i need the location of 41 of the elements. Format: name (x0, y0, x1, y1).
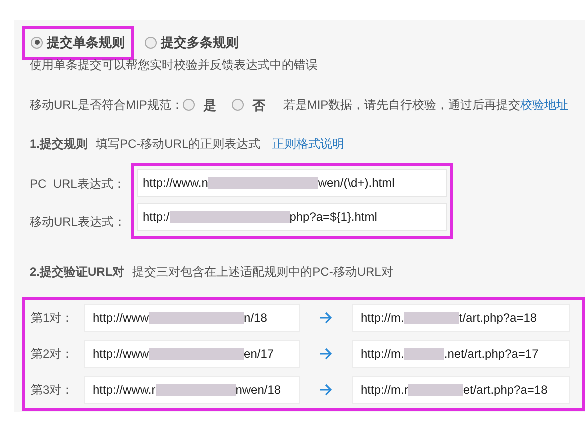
input-field[interactable]: http://www en/17 (84, 340, 300, 368)
option-label: 否 (252, 96, 266, 114)
field-value: http://www.r nwen/18 (93, 382, 282, 399)
option-label: 是 (203, 96, 216, 114)
input-field[interactable]: http://www n/18 (84, 304, 300, 332)
mode-option[interactable]: 提交单条规则 (22, 26, 134, 60)
radio-button[interactable] (232, 99, 244, 112)
field-value: http://m.r et/art.php?a=18 (361, 382, 548, 399)
field-value: http://www en/17 (93, 346, 274, 363)
field-value: http://www.n wen/(\d+).html (143, 175, 395, 192)
radio-button[interactable] (183, 99, 196, 112)
input-field[interactable]: http://m. t/art.php?a=18 (352, 304, 570, 332)
arrow-icon (319, 348, 333, 360)
field-value: http://m. .net/art.php?a=17 (361, 346, 539, 363)
pair-label: 第1对： (31, 310, 75, 327)
mip-label: 移动URL是否符合MIP规范： (30, 97, 184, 114)
input-field[interactable]: http://m.r et/art.php?a=18 (352, 376, 570, 404)
radio-button[interactable] (145, 36, 157, 49)
mode-option[interactable]: 提交多条规则 (136, 26, 248, 60)
field-value: http://www n/18 (93, 310, 268, 327)
field-value: http://m. t/art.php?a=18 (361, 310, 538, 327)
input-field[interactable]: http://m. .net/art.php?a=17 (352, 340, 570, 368)
section-hint: 填写PC-移动URL的正则表达式 (96, 136, 261, 153)
input-field[interactable]: http://www.r nwen/18 (84, 376, 300, 404)
mode-hint: 使用单条提交可以帮您实时校验并反馈表达式中的错误 (30, 56, 319, 74)
help-link[interactable]: 正则格式说明 (272, 135, 345, 153)
arrow-icon (319, 312, 333, 324)
arrow-icon (319, 384, 333, 396)
field-value: http:/ php?a=${1}.html (143, 209, 378, 226)
section-hint: 提交三对包含在上述适配规则中的PC-移动URL对 (132, 264, 394, 281)
field-label: 移动URL表达式： (30, 214, 128, 230)
pair-label: 第2对： (31, 346, 75, 363)
verify-link[interactable]: 校验地址 (520, 96, 569, 114)
radio-button[interactable] (31, 36, 43, 49)
mip-note: 若是MIP数据，请先自行校验，通过后再提交 (283, 97, 521, 114)
section-heading: 2.提交验证URL对 (30, 264, 125, 281)
section-heading: 1.提交规则 (30, 136, 88, 153)
input-field[interactable]: http://www.n wen/(\d+).html (137, 169, 447, 197)
field-label: PC URL表达式： (30, 176, 126, 192)
pair-label: 第3对： (31, 382, 75, 399)
input-field[interactable]: http:/ php?a=${1}.html (137, 203, 447, 231)
